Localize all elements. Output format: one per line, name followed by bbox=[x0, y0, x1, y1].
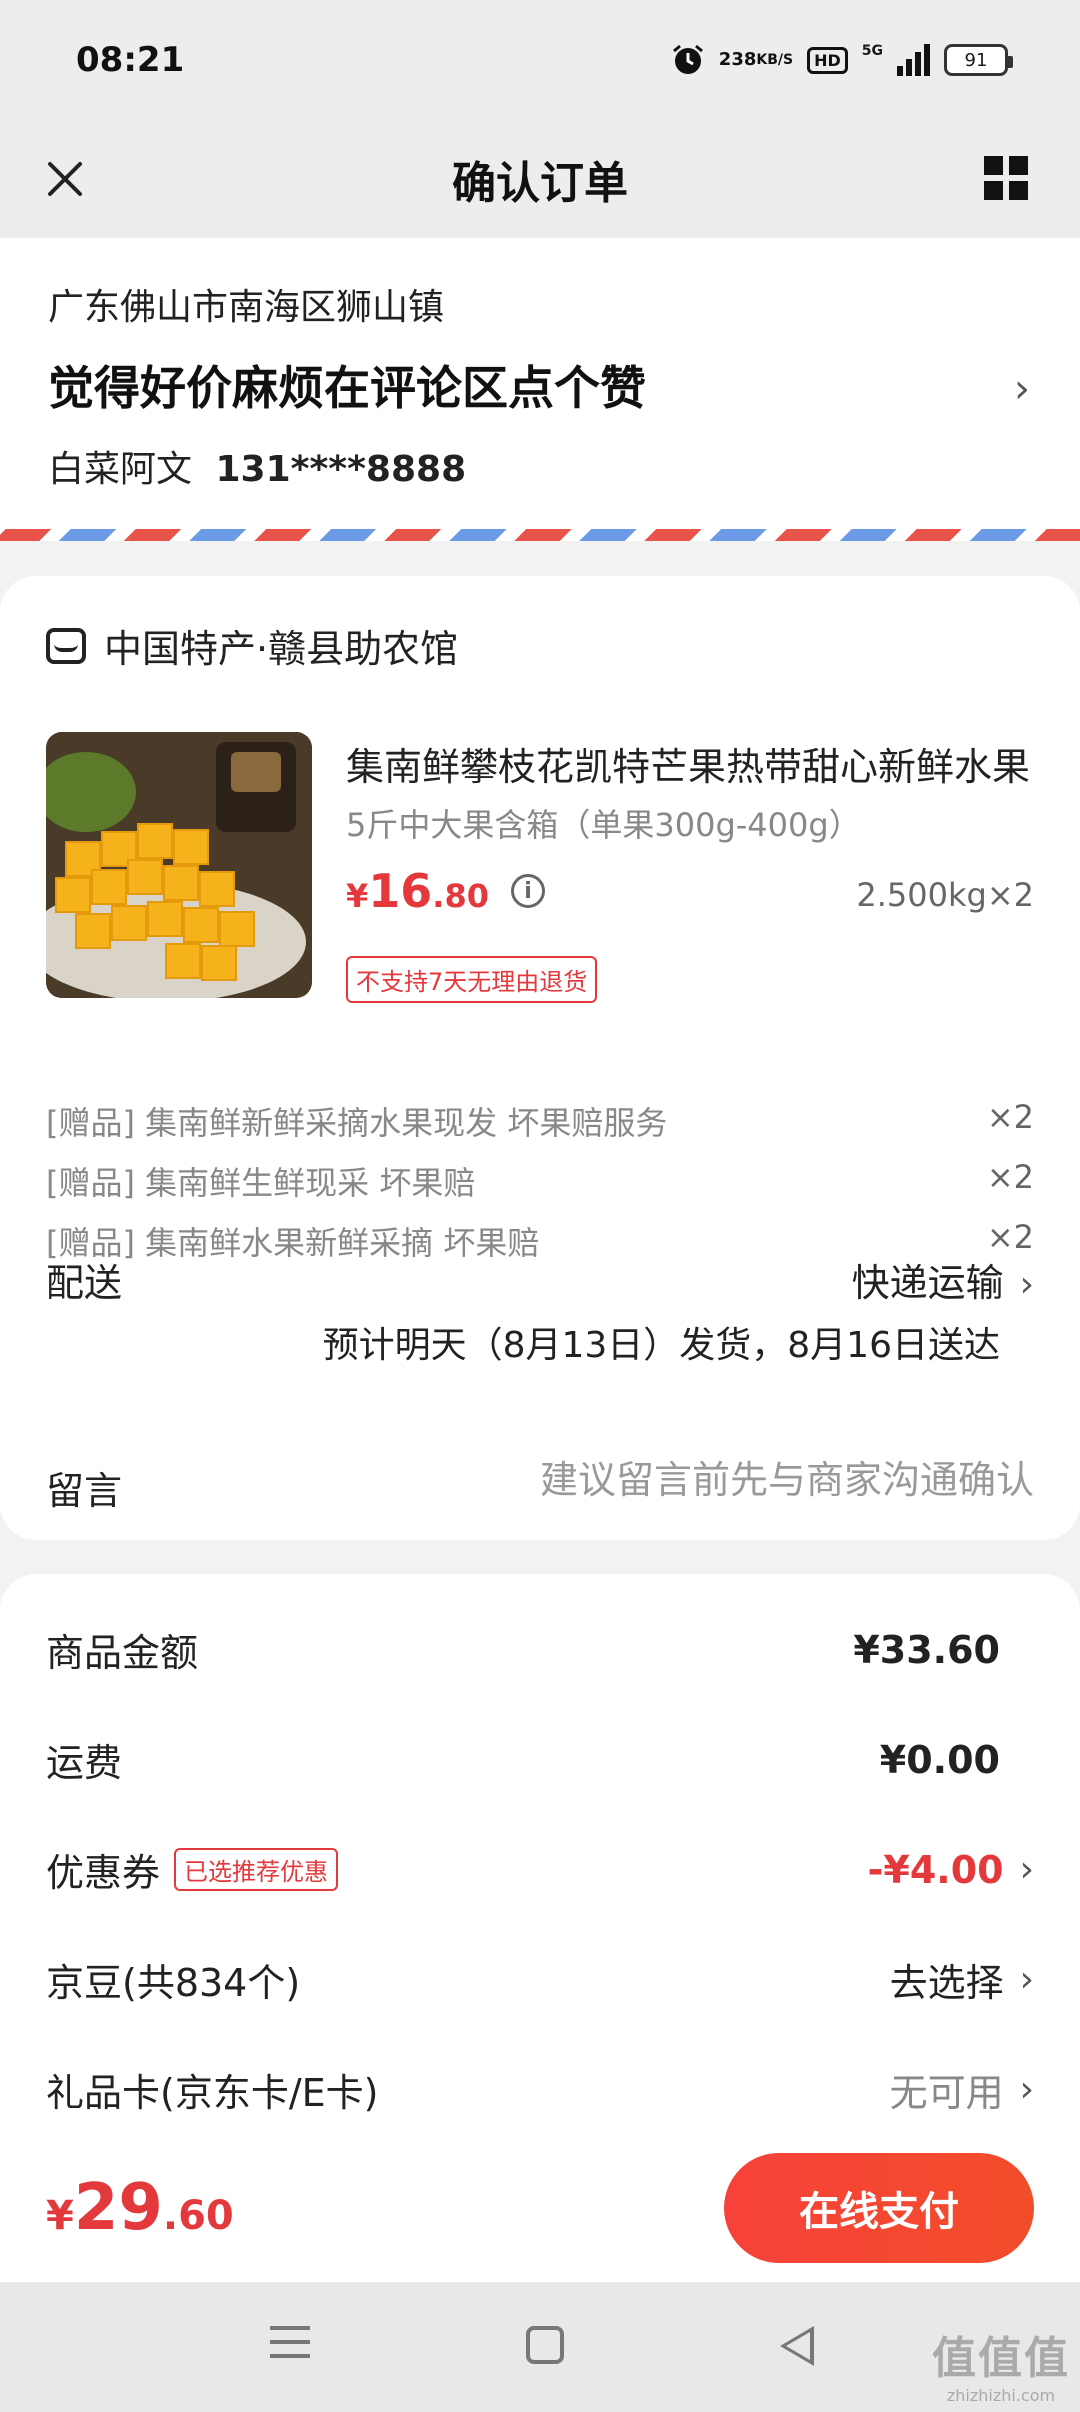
address-region: 广东佛山市南海区狮山镇 bbox=[48, 287, 445, 328]
product-price: ¥ 16 .80 i bbox=[346, 864, 545, 918]
pay-online-button[interactable]: 在线支付 bbox=[724, 2153, 1034, 2263]
delivery-method-selector[interactable]: 快递运输 › bbox=[852, 1252, 1034, 1307]
store-name: 中国特产·赣县助农馆 bbox=[104, 627, 459, 671]
recipient-name: 白菜阿文 bbox=[48, 449, 193, 490]
battery-level: 91 bbox=[964, 49, 988, 71]
address-card[interactable]: 广东佛山市南海区狮山镇 觉得好价麻烦在评论区点个赞 白菜阿文 131****88… bbox=[0, 238, 1080, 541]
page-title: 确认订单 bbox=[452, 158, 628, 209]
goods-amount-row: 商品金额 ¥33.60 bbox=[46, 1627, 1000, 1676]
coupon-row[interactable]: 优惠券 已选推荐优惠 -¥4.00 › bbox=[46, 1842, 1034, 1897]
chevron-right-icon: › bbox=[1019, 2069, 1034, 2110]
net-speed-indicator: 238 KB/S bbox=[718, 49, 794, 70]
chevron-right-icon: › bbox=[1014, 366, 1030, 412]
alarm-icon bbox=[672, 44, 703, 74]
note-label: 留言 bbox=[46, 1469, 123, 1513]
product-title[interactable]: 集南鲜攀枝花凯特芒果热带甜心新鲜水果 bbox=[346, 736, 1036, 791]
order-card: 中国特产·赣县助农馆 集南鲜攀枝花凯特芒果热带甜心新鲜水果 5斤中大果含箱（单果… bbox=[0, 576, 1080, 1540]
info-icon[interactable]: i bbox=[510, 874, 545, 908]
network-type: 5G bbox=[861, 43, 883, 59]
product-spec: 5斤中大果含箱（单果300g-400g） bbox=[346, 806, 861, 844]
nav-bar: 确认订单 bbox=[0, 120, 1080, 238]
status-icons: 238 KB/S HD 5G 91 bbox=[671, 43, 1013, 77]
watermark-logo: 值值值 zhizhizhi.com bbox=[932, 2333, 1070, 2405]
recipient-phone: 131****8888 bbox=[215, 449, 467, 490]
home-icon[interactable] bbox=[526, 2326, 564, 2364]
jingdou-row[interactable]: 京豆(共834个) 去选择 › bbox=[46, 1952, 1034, 2007]
pay-bar: ¥ 29 .60 在线支付 bbox=[0, 2134, 1080, 2282]
system-nav-bar: 值值值 zhizhizhi.com bbox=[0, 2282, 1080, 2412]
back-icon[interactable] bbox=[780, 2326, 814, 2366]
status-bar: 08:21 238 KB/S HD 5G 91 bbox=[0, 0, 1080, 120]
address-detail: 觉得好价麻烦在评论区点个赞 bbox=[48, 361, 646, 415]
airmail-border bbox=[0, 529, 1080, 541]
grid-menu-icon[interactable] bbox=[984, 156, 1028, 200]
status-time: 08:21 bbox=[76, 40, 185, 80]
delivery-estimate: 预计明天（8月13日）发货，8月16日送达 bbox=[322, 1325, 1000, 1366]
shipping-row: 运费 ¥0.00 bbox=[46, 1737, 1000, 1786]
chevron-right-icon: › bbox=[1019, 1959, 1034, 2000]
gift-item: [赠品] 集南鲜新鲜采摘水果现发 坏果赔服务 ×2 bbox=[46, 1098, 1034, 1142]
chevron-right-icon: › bbox=[1019, 1849, 1034, 1890]
address-contact: 白菜阿文 131****8888 bbox=[48, 440, 1032, 492]
battery-icon: 91 bbox=[944, 44, 1013, 76]
menu-icon[interactable] bbox=[270, 2326, 310, 2368]
total-price: ¥ 29 .60 bbox=[46, 2171, 234, 2245]
gift-item: [赠品] 集南鲜生鲜现采 坏果赔 ×2 bbox=[46, 1158, 1034, 1202]
product-quantity: 2.500kg×2 bbox=[856, 876, 1034, 914]
store-header[interactable]: 中国特产·赣县助农馆 bbox=[46, 618, 458, 673]
giftcard-row[interactable]: 礼品卡(京东卡/E卡) 无可用 › bbox=[46, 2062, 1034, 2117]
return-policy-badge: 不支持7天无理由退货 bbox=[346, 956, 598, 1003]
coupon-tag: 已选推荐优惠 bbox=[174, 1848, 339, 1891]
product-image[interactable] bbox=[46, 732, 312, 998]
signal-icon bbox=[897, 44, 930, 76]
price-summary-card: 商品金额 ¥33.60 运费 ¥0.00 优惠券 已选推荐优惠 -¥4.00 ›… bbox=[0, 1574, 1080, 2134]
close-icon[interactable] bbox=[30, 144, 100, 214]
delivery-label: 配送 bbox=[46, 1261, 123, 1305]
store-icon bbox=[46, 627, 86, 664]
chevron-right-icon: › bbox=[1019, 1264, 1034, 1305]
hd-icon: HD bbox=[807, 46, 848, 74]
note-input[interactable] bbox=[434, 1458, 1034, 1502]
